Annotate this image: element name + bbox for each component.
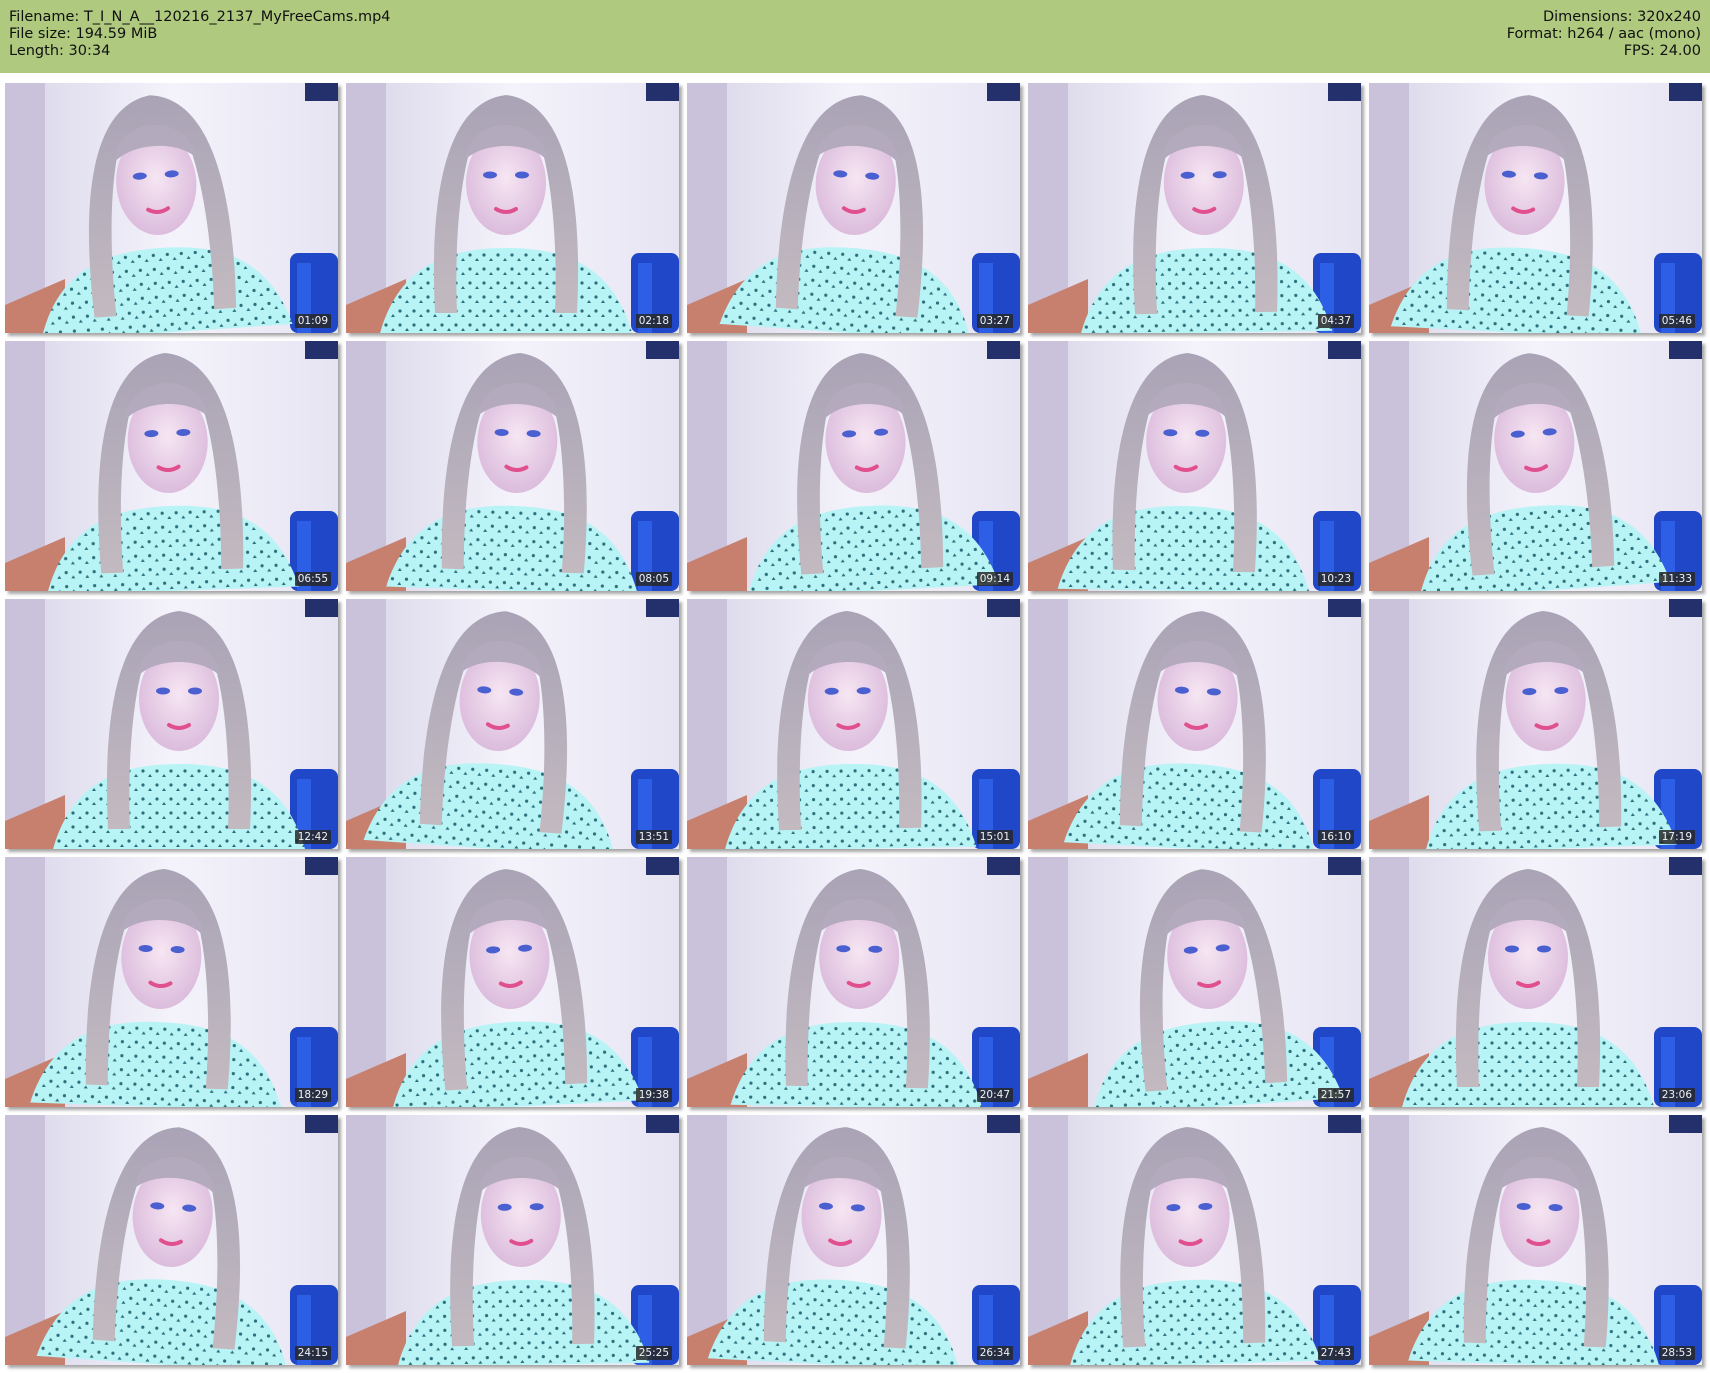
frame-image: [1369, 1115, 1702, 1365]
frame-image: [1028, 857, 1361, 1107]
format-value: h264 / aac (mono): [1567, 26, 1701, 42]
frame-image: [346, 1115, 679, 1365]
timestamp-label: 13:51: [635, 830, 672, 844]
video-thumbnail: 19:38: [346, 857, 679, 1107]
frame-image: [1369, 83, 1702, 333]
info-header: Filename: T_I_N_A__120216_2137_MyFreeCam…: [0, 0, 1710, 73]
timestamp-label: 20:47: [976, 1088, 1013, 1102]
video-thumbnail: 03:27: [687, 83, 1020, 333]
frame-image: [346, 857, 679, 1107]
frame-image: [687, 599, 1020, 849]
timestamp-label: 01:09: [294, 314, 331, 328]
timestamp-label: 23:06: [1658, 1088, 1695, 1102]
video-thumbnail: 18:29: [5, 857, 338, 1107]
video-thumbnail: 06:55: [5, 341, 338, 591]
video-thumbnail: 16:10: [1028, 599, 1361, 849]
frame-image: [1369, 857, 1702, 1107]
filesize-line: File size: 194.59 MiB: [9, 26, 157, 43]
video-thumbnail: 05:46: [1369, 83, 1702, 333]
timestamp-label: 19:38: [635, 1088, 672, 1102]
frame-image: [1028, 1115, 1361, 1365]
timestamp-label: 09:14: [976, 572, 1013, 586]
frame-image: [346, 599, 679, 849]
video-thumbnail: 02:18: [346, 83, 679, 333]
frame-image: [5, 857, 338, 1107]
video-thumbnail: 11:33: [1369, 341, 1702, 591]
fps-line: FPS: 24.00: [1624, 43, 1701, 60]
timestamp-label: 21:57: [1317, 1088, 1354, 1102]
timestamp-label: 10:23: [1317, 572, 1354, 586]
video-thumbnail: 23:06: [1369, 857, 1702, 1107]
fps-value: 24.00: [1659, 43, 1701, 59]
frame-image: [5, 83, 338, 333]
timestamp-label: 05:46: [1658, 314, 1695, 328]
filesize-value: 194.59 MiB: [75, 26, 158, 42]
frame-image: [687, 83, 1020, 333]
video-thumbnail: 04:37: [1028, 83, 1361, 333]
video-thumbnail: 08:05: [346, 341, 679, 591]
timestamp-label: 27:43: [1317, 1346, 1354, 1360]
video-thumbnail: 09:14: [687, 341, 1020, 591]
length-label: Length:: [9, 43, 64, 59]
video-thumbnail: 12:42: [5, 599, 338, 849]
filename-label: Filename:: [9, 9, 80, 25]
filesize-label: File size:: [9, 26, 71, 42]
timestamp-label: 16:10: [1317, 830, 1354, 844]
video-thumbnail: 15:01: [687, 599, 1020, 849]
timestamp-label: 18:29: [294, 1088, 331, 1102]
video-thumbnail: 28:53: [1369, 1115, 1702, 1365]
timestamp-label: 03:27: [976, 314, 1013, 328]
frame-image: [5, 599, 338, 849]
timestamp-label: 02:18: [635, 314, 672, 328]
frame-image: [1028, 599, 1361, 849]
frame-image: [1369, 341, 1702, 591]
dimensions-label: Dimensions:: [1542, 9, 1633, 25]
filename-line: Filename: T_I_N_A__120216_2137_MyFreeCam…: [9, 9, 391, 26]
fps-label: FPS:: [1623, 43, 1655, 59]
video-thumbnail: 24:15: [5, 1115, 338, 1365]
timestamp-label: 06:55: [294, 572, 331, 586]
video-thumbnail: 25:25: [346, 1115, 679, 1365]
frame-image: [346, 341, 679, 591]
timestamp-label: 26:34: [976, 1346, 1013, 1360]
length-line: Length: 30:34: [9, 43, 110, 60]
timestamp-label: 28:53: [1658, 1346, 1695, 1360]
frame-image: [346, 83, 679, 333]
timestamp-label: 24:15: [294, 1346, 331, 1360]
frame-image: [687, 1115, 1020, 1365]
dimensions-value: 320x240: [1637, 9, 1701, 25]
timestamp-label: 25:25: [635, 1346, 672, 1360]
video-thumbnail: 13:51: [346, 599, 679, 849]
video-thumbnail: 26:34: [687, 1115, 1020, 1365]
video-thumbnail: 20:47: [687, 857, 1020, 1107]
video-thumbnail: 01:09: [5, 83, 338, 333]
video-thumbnail: 27:43: [1028, 1115, 1361, 1365]
video-thumbnail: 21:57: [1028, 857, 1361, 1107]
format-label: Format:: [1506, 26, 1563, 42]
frame-image: [5, 1115, 338, 1365]
frame-image: [1028, 341, 1361, 591]
length-value: 30:34: [68, 43, 111, 59]
timestamp-label: 12:42: [294, 830, 331, 844]
frame-image: [687, 341, 1020, 591]
video-thumbnail: 17:19: [1369, 599, 1702, 849]
video-thumbnail: 10:23: [1028, 341, 1361, 591]
timestamp-label: 11:33: [1658, 572, 1695, 586]
filename-value: T_I_N_A__120216_2137_MyFreeCams.mp4: [83, 9, 391, 25]
frame-image: [5, 341, 338, 591]
timestamp-label: 08:05: [635, 572, 672, 586]
timestamp-label: 04:37: [1317, 314, 1354, 328]
frame-image: [1028, 83, 1361, 333]
format-line: Format: h264 / aac (mono): [1507, 26, 1701, 43]
dimensions-line: Dimensions: 320x240: [1543, 9, 1701, 26]
frame-image: [1369, 599, 1702, 849]
timestamp-label: 17:19: [1658, 830, 1695, 844]
frame-image: [687, 857, 1020, 1107]
timestamp-label: 15:01: [976, 830, 1013, 844]
